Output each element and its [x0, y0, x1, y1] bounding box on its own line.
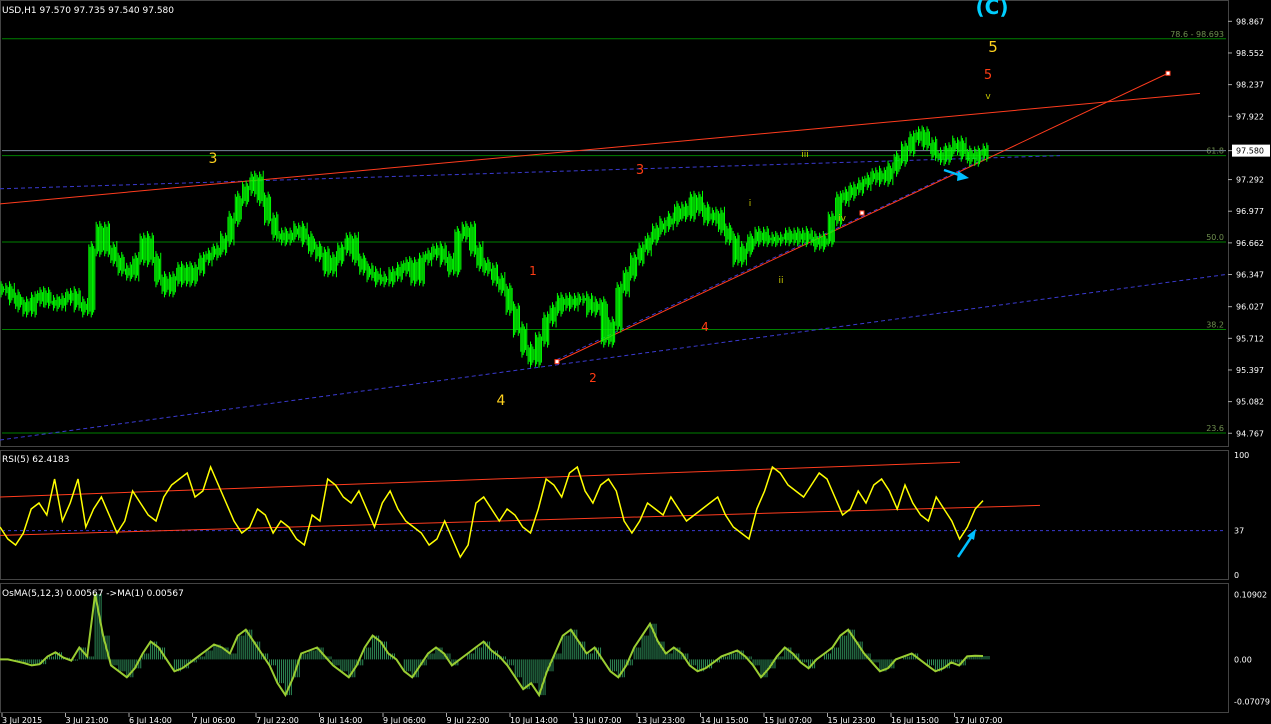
wave-label: 3	[209, 151, 218, 167]
wave-label: 4	[497, 393, 506, 409]
last-price-label: 97.580	[1236, 147, 1264, 156]
wave-label: iii	[801, 150, 809, 160]
cyan-arrow-head	[957, 171, 969, 181]
price-axis-label: 96.662	[1236, 239, 1264, 248]
time-axis-label: 7 Jul 06:00	[193, 716, 236, 724]
wave-label: iv	[838, 214, 847, 224]
upper-red-trendline	[0, 92, 1201, 205]
price-axis-label: 95.082	[1236, 398, 1264, 407]
price-axis-label: 95.397	[1236, 366, 1264, 375]
time-axis-label: 13 Jul 23:00	[637, 716, 685, 724]
osma-axis-label: 0.00	[1234, 655, 1252, 664]
time-axis-label: 13 Jul 07:00	[574, 716, 622, 724]
trendline-anchor-point	[554, 359, 560, 365]
fib-level-label: 61.8	[1206, 147, 1224, 156]
wave-label: 5	[984, 68, 992, 83]
time-axis-label: 8 Jul 14:00	[320, 716, 363, 724]
rsi-pane[interactable]: 100 37 0	[0, 451, 1249, 580]
price-axis-label: 95.712	[1236, 334, 1264, 343]
time-axis-label: 6 Jul 14:00	[129, 716, 172, 724]
rsi-upper-trendline	[0, 461, 961, 498]
lower-dashed-trendline	[0, 273, 1229, 441]
wave-label: 1	[529, 264, 537, 278]
price-axis-label: 98.552	[1236, 49, 1264, 58]
price-axis-label: 97.922	[1236, 112, 1264, 121]
wave-label: 3	[636, 163, 644, 178]
time-axis-label: 14 Jul 15:00	[701, 716, 749, 724]
fib-level-label: 50.0	[1206, 233, 1224, 242]
osma-pane[interactable]: 0.10902 0.00 -0.07079	[0, 591, 1270, 707]
wave-label: 2	[589, 371, 597, 385]
rsi-axis-label: 0	[1234, 571, 1239, 580]
lower-red-trendline	[556, 72, 1169, 363]
trendline-anchor-point	[859, 210, 865, 216]
price-axis-label: 98.237	[1236, 81, 1264, 90]
main-price-pane[interactable]: 78.6 - 98.69361.850.038.223.6(C)55v33iii…	[0, 0, 1270, 441]
time-axis-label: 9 Jul 22:00	[447, 716, 490, 724]
time-axis-label: 3 Jul 2015	[2, 716, 42, 724]
price-axis-label: 98.867	[1236, 17, 1264, 26]
price-axis-label: 97.292	[1236, 176, 1264, 185]
time-axis-label: 7 Jul 22:00	[256, 716, 299, 724]
chart-canvas: 78.6 - 98.69361.850.038.223.6(C)55v33iii…	[0, 0, 1270, 724]
fib-level-label: 78.6 - 98.693	[1170, 30, 1224, 39]
rsi-line	[0, 464, 984, 559]
osma-pane-frame	[0, 583, 1229, 713]
main-pane-title: USD,H1 97.570 97.735 97.540 97.580	[2, 6, 174, 16]
wave-label: i	[749, 199, 752, 209]
osma-axis-label: 0.10902	[1234, 591, 1267, 600]
time-axis-label: 15 Jul 23:00	[828, 716, 876, 724]
time-axis-label: 16 Jul 15:00	[891, 716, 939, 724]
wave-label: 4	[701, 320, 709, 334]
osma-axis-label: -0.07079	[1234, 698, 1270, 707]
wave-label: (C)	[976, 0, 1009, 19]
time-axis-label: 3 Jul 21:00	[66, 716, 109, 724]
time-axis-label: 9 Jul 06:00	[383, 716, 426, 724]
rsi-axis-label: 100	[1234, 451, 1249, 460]
price-axis-label: 96.347	[1236, 271, 1264, 280]
wave-label: ii	[778, 276, 783, 286]
price-axis-label: 96.027	[1236, 303, 1264, 312]
wave-label: v	[985, 92, 991, 102]
price-axis-label: 96.977	[1236, 207, 1264, 216]
fib-level-label: 38.2	[1206, 320, 1224, 329]
rsi-pane-title: RSI(5) 62.4183	[2, 455, 69, 465]
time-axis-label: 10 Jul 14:00	[510, 716, 558, 724]
rsi-pane-frame	[0, 450, 1229, 580]
wave-label: 5	[988, 38, 998, 56]
rsi-axis-label: 37	[1234, 527, 1244, 536]
trendline-anchor-point	[1165, 70, 1171, 76]
time-axis-label: 15 Jul 07:00	[764, 716, 812, 724]
time-axis: 3 Jul 2015 3 Jul 21:00 6 Jul 14:00 7 Jul 06…	[1, 713, 1003, 724]
price-axis-label: 94.767	[1236, 429, 1264, 438]
fib-level-label: 23.6	[1206, 424, 1224, 433]
main-pane-frame	[0, 0, 1229, 447]
time-axis-label: 17 Jul 07:00	[955, 716, 1003, 724]
osma-pane-title: OsMA(5,12,3) 0.00567 ->MA(1) 0.00567	[2, 589, 184, 599]
osma-signal-line	[0, 593, 984, 698]
